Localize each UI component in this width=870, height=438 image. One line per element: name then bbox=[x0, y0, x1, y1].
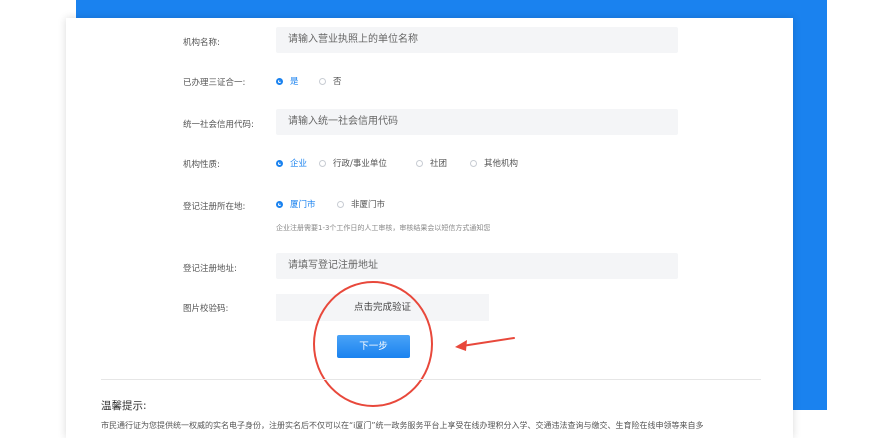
radio-non-xiamen[interactable]: 非厦门市 bbox=[337, 198, 385, 210]
radio-association[interactable]: 社团 bbox=[416, 157, 447, 169]
radio-checked-icon bbox=[276, 200, 283, 208]
radio-unchecked-icon bbox=[319, 77, 326, 85]
radio-checked-icon bbox=[276, 159, 283, 167]
org-name-input[interactable]: 请输入营业执照上的单位名称 bbox=[276, 27, 678, 53]
three-in-one-label: 已办理三证合一: bbox=[183, 78, 246, 88]
radio-yes[interactable]: 是 bbox=[276, 75, 299, 87]
credit-code-input[interactable]: 请输入统一社会信用代码 bbox=[276, 109, 678, 135]
radio-checked-icon bbox=[276, 77, 283, 85]
radio-unchecked-icon bbox=[416, 159, 423, 167]
credit-code-label: 统一社会信用代码: bbox=[183, 120, 254, 130]
radio-no[interactable]: 否 bbox=[319, 75, 342, 87]
radio-unchecked-icon bbox=[337, 200, 344, 208]
org-name-label: 机构名称: bbox=[183, 38, 220, 48]
tips-title: 温馨提示: bbox=[101, 400, 147, 412]
divider bbox=[101, 379, 761, 380]
radio-government[interactable]: 行政/事业单位 bbox=[319, 157, 387, 169]
radio-enterprise[interactable]: 企业 bbox=[276, 157, 307, 169]
radio-xiamen[interactable]: 厦门市 bbox=[276, 198, 316, 210]
captcha-label: 图片校验码: bbox=[183, 304, 229, 314]
radio-other[interactable]: 其他机构 bbox=[470, 157, 518, 169]
captcha-verify-button[interactable]: 点击完成验证 bbox=[276, 294, 489, 321]
tips-text: 市民通行证为您提供统一权威的实名电子身份，注册实名后不仅可以在“i厦门”统一政务… bbox=[101, 421, 704, 430]
org-type-label: 机构性质: bbox=[183, 160, 220, 170]
reg-address-input[interactable]: 请填写登记注册地址 bbox=[276, 253, 678, 279]
radio-unchecked-icon bbox=[470, 159, 477, 167]
reg-location-hint: 企业注册需要1-3个工作日的人工审核，审核结果会以短信方式通知您 bbox=[276, 224, 491, 232]
radio-unchecked-icon bbox=[319, 159, 326, 167]
next-step-button[interactable]: 下一步 bbox=[337, 335, 410, 358]
reg-address-label: 登记注册地址: bbox=[183, 264, 237, 274]
reg-location-label: 登记注册所在地: bbox=[183, 202, 246, 212]
